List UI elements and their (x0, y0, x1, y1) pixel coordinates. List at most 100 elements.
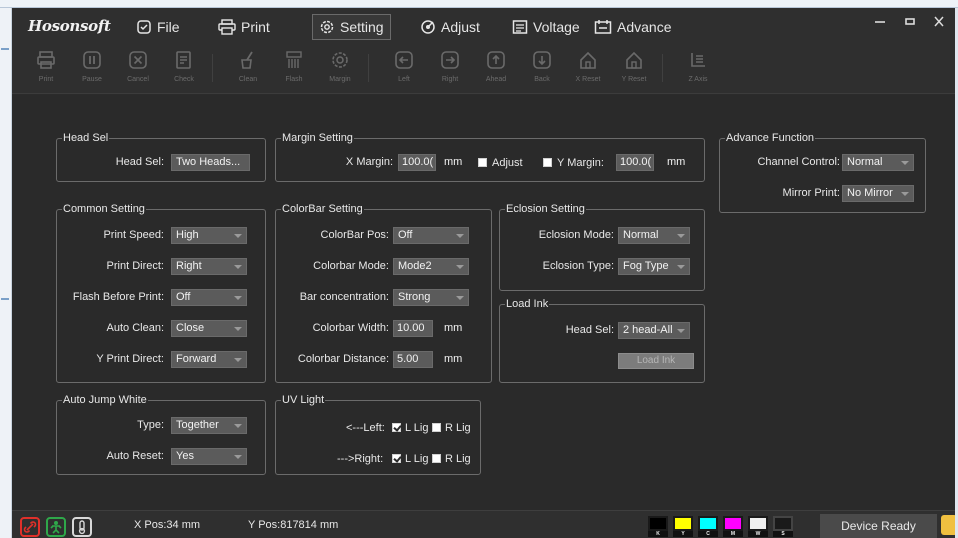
menu-setting[interactable]: Setting (312, 14, 391, 40)
head-sel-dropdown[interactable]: Two Heads... (171, 154, 250, 171)
x-reset-tool-button[interactable]: X Reset (568, 50, 608, 92)
back-tool-button[interactable]: Back (522, 50, 562, 92)
chevron-down-icon (677, 265, 685, 269)
home-icon (580, 51, 596, 69)
minimize-button[interactable] (868, 12, 892, 32)
flash-tool-button[interactable]: Flash (274, 50, 314, 92)
margin-tool-label: Margin (329, 76, 351, 83)
menu-setting-label: Setting (340, 19, 384, 35)
x-margin-input[interactable]: 100.0( (398, 154, 436, 171)
flash-before-print-value: Off (176, 291, 191, 303)
ink-level-y: Y (673, 516, 693, 537)
bar-concentration-value: Strong (398, 291, 431, 303)
auto-clean-dropdown[interactable]: Close (171, 320, 247, 337)
right-tool-button[interactable]: Right (430, 50, 470, 92)
y-reset-tool-button[interactable]: Y Reset (614, 50, 654, 92)
robot-icon (50, 521, 62, 534)
y-print-direct-dropdown[interactable]: Forward (171, 351, 247, 368)
colorbar-distance-input[interactable]: 5.00 (393, 351, 433, 368)
right-r-lig-checkbox[interactable] (432, 454, 441, 463)
print-direct-dropdown[interactable]: Right (171, 258, 247, 275)
menu-file[interactable]: File (130, 14, 186, 40)
connection-status-icon[interactable] (20, 517, 40, 537)
y-margin-input[interactable]: 100.0( (616, 154, 654, 171)
x-position-readout: X Pos:34 mm (134, 519, 201, 531)
channel-control-dropdown[interactable]: Normal (842, 154, 914, 171)
maximize-button[interactable] (898, 12, 922, 32)
colorbar-mode-dropdown[interactable]: Mode2 (393, 258, 469, 275)
device-status-icon[interactable] (46, 517, 66, 537)
menu-advance[interactable]: Advance (588, 14, 677, 40)
load-ink-head-dropdown[interactable]: 2 head-All (618, 322, 690, 339)
menu-print-label: Print (241, 19, 270, 35)
chevron-down-icon (901, 192, 909, 196)
ink-level-m: M (723, 516, 743, 537)
eclosion-type-value: Fog Type (623, 260, 669, 272)
mirror-print-dropdown[interactable]: No Mirror (842, 185, 914, 202)
background-window-left (0, 8, 12, 538)
close-button[interactable] (927, 12, 951, 32)
colorbar-setting-legend: ColorBar Setting (282, 203, 363, 215)
right-l-lig-checkbox[interactable] (392, 454, 401, 463)
flash-before-print-dropdown[interactable]: Off (171, 289, 247, 306)
eclosion-mode-dropdown[interactable]: Normal (618, 227, 690, 244)
printer-icon (218, 19, 236, 35)
cancel-tool-button[interactable]: Cancel (118, 50, 158, 92)
menu-adjust[interactable]: Adjust (414, 14, 486, 40)
app-logo: Hosonsoft (28, 17, 111, 35)
bar-concentration-label: Bar concentration: (299, 291, 389, 303)
settings-shortcut-icon[interactable] (941, 515, 955, 535)
margin-icon (332, 52, 348, 68)
toolbar-separator (368, 54, 369, 82)
chevron-down-icon (234, 234, 242, 238)
pause-tool-button[interactable]: Pause (72, 50, 112, 92)
y-print-direct-value: Forward (176, 353, 217, 365)
eclosion-setting-group: Eclosion Setting Eclosion Mode: Normal E… (499, 203, 705, 291)
background-mark (1, 48, 9, 50)
ahead-tool-button[interactable]: Ahead (476, 50, 516, 92)
print-direct-value: Right (176, 260, 202, 272)
head-sel-legend: Head Sel (63, 132, 109, 144)
ink-label: K (648, 531, 668, 537)
auto-reset-dropdown[interactable]: Yes (171, 448, 247, 465)
colorbar-width-input[interactable]: 10.00 (393, 320, 433, 337)
temperature-icon-button[interactable] (72, 517, 92, 537)
left-l-lig-checkbox[interactable] (392, 423, 401, 432)
margin-tool-button[interactable]: Margin (320, 50, 360, 92)
ink-label: W (748, 531, 768, 537)
chevron-down-icon (234, 358, 242, 362)
menu-print[interactable]: Print (212, 14, 276, 40)
check-tool-button[interactable]: Check (164, 50, 204, 92)
adjust-checkbox[interactable] (478, 158, 487, 167)
eclosion-type-dropdown[interactable]: Fog Type (618, 258, 690, 275)
load-ink-button[interactable]: Load Ink (618, 353, 694, 369)
x-reset-tool-label: X Reset (575, 76, 601, 83)
ink-swatch (698, 516, 718, 531)
adjust-label: Adjust (492, 157, 523, 169)
colorbar-pos-dropdown[interactable]: Off (393, 227, 469, 244)
colorbar-pos-label: ColorBar Pos: (320, 229, 389, 241)
bar-concentration-dropdown[interactable]: Strong (393, 289, 469, 306)
arrow-down-icon (533, 51, 551, 69)
uv-light-legend: UV Light (282, 394, 325, 406)
left-r-lig-checkbox[interactable] (432, 423, 441, 432)
adjust-icon (421, 20, 435, 34)
y-margin-checkbox[interactable] (543, 158, 552, 167)
y-position-readout: Y Pos:817814 mm (248, 519, 339, 531)
chevron-down-icon (456, 265, 464, 269)
x-margin-label: X Margin: (345, 156, 393, 168)
print-tool-button[interactable]: Print (26, 50, 66, 92)
ahead-tool-label: Ahead (485, 76, 507, 83)
print-speed-dropdown[interactable]: High (171, 227, 247, 244)
menu-voltage[interactable]: Voltage (506, 14, 586, 40)
y-margin-label: Y Margin: (557, 157, 604, 169)
left-tool-button[interactable]: Left (384, 50, 424, 92)
print-tool-label: Print (38, 76, 54, 83)
chevron-down-icon (456, 296, 464, 300)
check-icon (176, 51, 191, 69)
clean-tool-button[interactable]: Clean (228, 50, 268, 92)
ink-level-w: W (748, 516, 768, 537)
status-bar: X Pos:34 mm Y Pos:817814 mm K Y C M W S … (12, 510, 955, 538)
jump-type-dropdown[interactable]: Together (171, 417, 247, 434)
z-axis-tool-button[interactable]: Z Axis (678, 50, 718, 92)
